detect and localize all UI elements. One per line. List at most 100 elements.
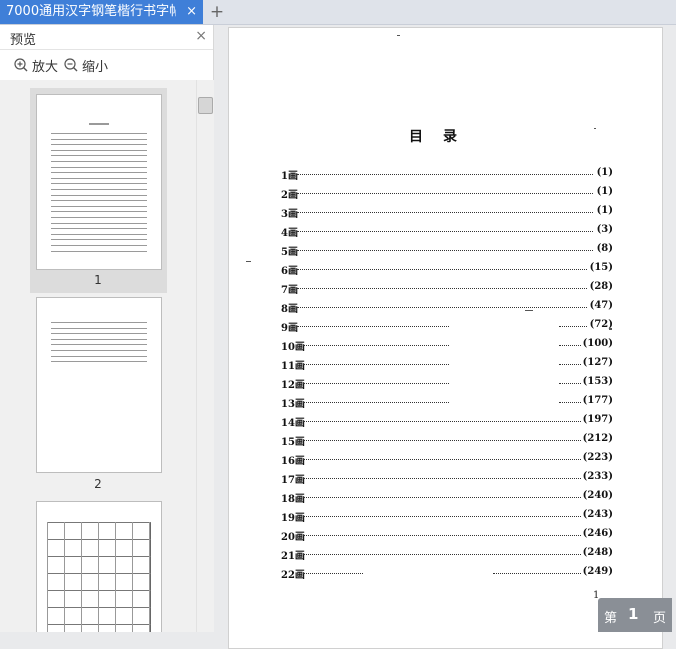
thumbnail-line [51,166,147,168]
toc-entry-page: (197) [582,414,613,425]
scrollbar-thumb[interactable] [198,97,213,114]
thumbnail-line [51,327,147,329]
toc-entry-page: (249) [582,566,613,577]
zoom-in-label: 放大 [32,59,59,75]
thumbnail-scrollbar[interactable] [196,80,214,632]
toc-leader-dots [303,573,363,574]
thumbnail-line [51,344,147,346]
preview-panel: 预览 × 放大 缩小 1 2 [0,25,214,632]
thumbnail-line [51,144,147,146]
toc-entry-label: 1画 [281,171,298,182]
scan-speck [525,310,533,311]
toc-entry-label: 9画 [281,323,298,334]
zoom-out-icon [64,58,78,72]
new-tab-icon[interactable]: + [206,0,228,24]
toc-entry: 20画 (246) [281,528,613,543]
thumbnail-page-2[interactable] [36,297,162,473]
toc-leader-dots [559,402,581,403]
preview-header: 预览 × [0,25,213,50]
toc-entry: 9画 (72) [281,319,613,334]
toc-leader-dots [303,554,581,555]
thumbnail-line [51,177,147,179]
thumbnail-line [51,361,147,363]
thumbnail-line [51,200,147,202]
thumbnail-list: 1 2 [0,80,196,632]
toc-entry-label: 10画 [281,342,305,353]
toc-entry: 3画 (1) [281,205,613,220]
toc-leader-dots [303,383,449,384]
thumbnail-grid-line [47,539,151,540]
thumbnail-page-1[interactable] [36,94,162,270]
toc-entry-page: (233) [582,471,613,482]
scan-speck [609,328,612,330]
toc-entry-label: 20画 [281,532,305,543]
toc-entry: 15画 (212) [281,433,613,448]
thumbnail-grid-line [47,590,151,591]
thumbnail-grid-line [47,573,151,574]
toc-leader-dots [559,364,581,365]
toc-entry-page: (100) [582,338,613,349]
thumbnail-line [51,355,147,357]
toc-entry-label: 2画 [281,190,298,201]
document-tab[interactable]: 7000通用汉字钢笔楷行书字帖.p × [0,0,203,24]
zoom-in-button[interactable]: 放大 [14,56,59,75]
thumbnail-line [51,333,147,335]
toc-entry-page: (223) [582,452,613,463]
thumbnail-line [51,155,147,157]
toc-entry-label: 18画 [281,494,305,505]
toc-leader-dots [303,402,449,403]
toc-entry-page: (212) [582,433,613,444]
zoom-out-button[interactable]: 缩小 [64,56,108,75]
document-area[interactable]: 目录 1 1画 (1) 2画 (1) 3画 (1) 4画 (3) 5画 (8) 6画 (15) 7画 (2… [214,25,676,649]
document-page: 目录 1 1画 (1) 2画 (1) 3画 (1) 4画 (3) 5画 (8) 6画 (15) 7画 (2… [228,27,663,649]
thumbnail-line [51,222,147,224]
thumbnail-grid-line [47,522,48,632]
toc-leader-dots [303,516,581,517]
thumbnail-line [51,189,147,190]
toc-leader-dots [297,193,593,194]
toc-entry: 17画 (233) [281,471,613,486]
toc-entry-label: 5画 [281,247,298,258]
thumbnail-line [51,250,147,252]
toc-entry-label: 14画 [281,418,305,429]
toc-entry: 12画 (153) [281,376,613,391]
page-indicator-prefix: 第 [604,611,618,626]
toc-entry-label: 4画 [281,228,298,239]
toc-entry-page: (28) [589,281,613,292]
preview-title: 预览 [10,33,37,48]
thumbnail-line [51,228,147,230]
toc-entry: 18画 (240) [281,490,613,505]
tab-close-icon[interactable]: × [186,0,197,24]
toc-entry-page: (153) [582,376,613,387]
toc-entry-page: (1) [596,186,613,197]
toc-entry-label: 15画 [281,437,305,448]
thumbnail-line [51,217,147,218]
toc-entry-page: (47) [589,300,613,311]
thumbnail-line [51,133,147,134]
thumbnail-page-3[interactable] [36,501,162,632]
thumbnail-line [51,322,147,323]
toc-leader-dots [303,440,581,441]
toc-leader-dots [559,326,587,327]
toc-leader-dots [303,478,581,479]
thumbnail-line [51,161,147,162]
toc-entry-page: (243) [582,509,613,520]
preview-close-icon[interactable]: × [195,28,207,44]
toc-leader-dots [297,326,449,327]
toc-entry-label: 3画 [281,209,298,220]
thumbnail-line [51,211,147,213]
toc-leader-dots [559,345,581,346]
thumbnail-label-1: 1 [94,273,102,287]
scan-speck [397,35,400,36]
thumbnail-grid-line [98,522,99,632]
toc-leader-dots [559,383,581,384]
toc-entry-page: (1) [596,205,613,216]
toc-entry-label: 17画 [281,475,305,486]
toc-entry: 11画 (127) [281,357,613,372]
thumbnail-line [51,138,147,140]
toc-entry-page: (246) [582,528,613,539]
toc-entry-page: (15) [589,262,613,273]
toc-entry-label: 19画 [281,513,305,524]
toc-leader-dots [303,535,581,536]
thumbnail-grid-line [64,522,65,632]
